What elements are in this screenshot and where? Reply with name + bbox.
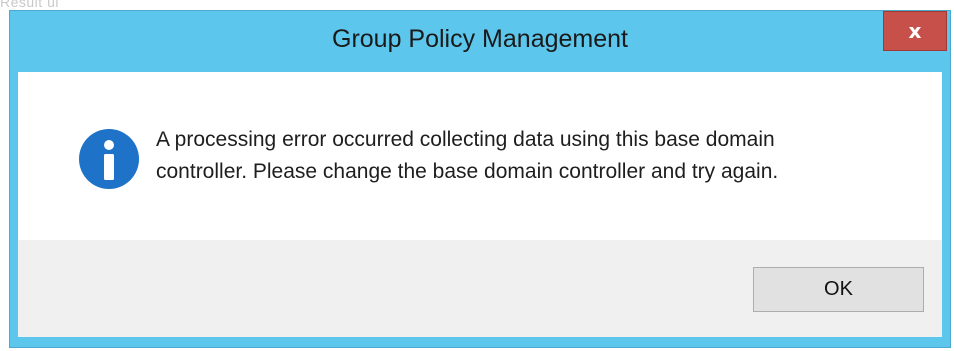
- close-button[interactable]: x: [883, 11, 947, 51]
- dialog-message: A processing error occurred collecting d…: [156, 124, 916, 188]
- message-line-2: controller. Please change the base domai…: [156, 160, 779, 183]
- message-line-1: A processing error occurred collecting d…: [156, 128, 775, 151]
- ok-button[interactable]: OK: [753, 267, 924, 312]
- background-window-text: Result ui: [0, 0, 59, 10]
- dialog-content: A processing error occurred collecting d…: [18, 72, 942, 240]
- dialog-button-area: OK: [18, 240, 942, 337]
- title-bar[interactable]: Group Policy Management x: [10, 11, 950, 71]
- message-dialog: Group Policy Management x A processing e…: [9, 10, 951, 348]
- close-icon: x: [908, 18, 922, 43]
- info-icon: [79, 129, 139, 189]
- dialog-title: Group Policy Management: [332, 25, 628, 53]
